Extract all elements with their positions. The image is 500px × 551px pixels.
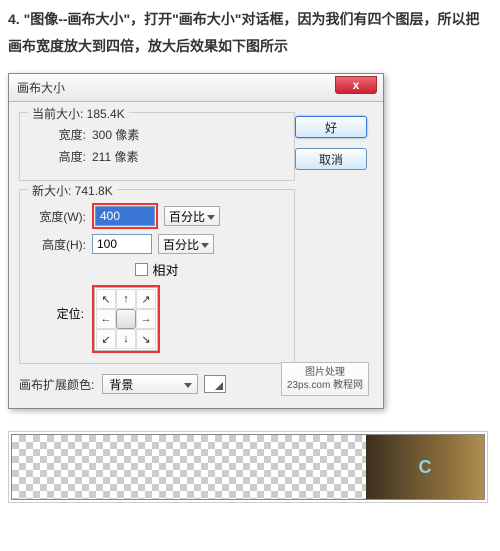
ok-button[interactable]: 好 <box>295 116 367 138</box>
anchor-w[interactable]: ← <box>96 309 116 329</box>
result-preview: C <box>8 431 488 503</box>
watermark-line2: 23ps.com 教程网 <box>287 379 363 392</box>
relative-label: 相对 <box>152 260 178 279</box>
current-width-label: 宽度: <box>30 126 92 143</box>
width-input[interactable]: 400 <box>95 206 155 226</box>
watermark-line1: 图片处理 <box>305 366 345 379</box>
current-size-legend: 当前大小: 185.4K <box>28 105 129 122</box>
current-size-group: 当前大小: 185.4K 宽度: 300 像素 高度: 211 像素 <box>19 112 295 181</box>
cancel-button[interactable]: 取消 <box>295 148 367 170</box>
canvas-size-dialog: 画布大小 x 当前大小: 185.4K 宽度: 300 像素 高度: 211 像… <box>8 73 384 409</box>
anchor-nw[interactable]: ↖ <box>96 289 116 309</box>
titlebar[interactable]: 画布大小 x <box>9 74 383 102</box>
anchor-se[interactable]: ↘ <box>136 329 156 349</box>
dialog-title: 画布大小 <box>17 79 65 96</box>
watermark: 图片处理 23ps.com 教程网 <box>281 362 369 396</box>
new-size-group: 新大小: 741.8K 宽度(W): 400 百分比 高度(H): 100 百分… <box>19 189 295 364</box>
anchor-grid[interactable]: ↖ ↑ ↗ ← → ↙ ↓ ↘ <box>94 287 158 351</box>
width-unit-select[interactable]: 百分比 <box>164 206 220 226</box>
height-input[interactable]: 100 <box>92 234 152 254</box>
extend-color-swatch[interactable] <box>204 375 226 393</box>
instruction-text: 4. "图像--画布大小"，打开"画布大小"对话框，因为我们有四个图层，所以把画… <box>0 0 500 73</box>
anchor-e[interactable]: → <box>136 309 156 329</box>
width-highlight: 400 <box>92 203 158 229</box>
anchor-center[interactable] <box>116 309 136 329</box>
anchor-s[interactable]: ↓ <box>116 329 136 349</box>
relative-checkbox[interactable] <box>135 263 148 276</box>
right-column: 好 取消 <box>295 112 373 394</box>
anchor-highlight: ↖ ↑ ↗ ← → ↙ ↓ ↘ <box>92 285 160 353</box>
transparent-area <box>12 435 366 499</box>
current-height-label: 高度: <box>30 148 92 165</box>
close-button[interactable]: x <box>335 76 377 94</box>
result-canvas: C <box>11 434 485 500</box>
new-height-label: 高度(H): <box>30 236 92 253</box>
new-width-label: 宽度(W): <box>30 208 92 225</box>
current-width-value: 300 像素 <box>92 126 139 143</box>
anchor-sw[interactable]: ↙ <box>96 329 116 349</box>
left-column: 当前大小: 185.4K 宽度: 300 像素 高度: 211 像素 新大小: … <box>19 112 295 394</box>
height-unit-select[interactable]: 百分比 <box>158 234 214 254</box>
anchor-ne[interactable]: ↗ <box>136 289 156 309</box>
new-size-legend: 新大小: 741.8K <box>28 182 117 199</box>
extend-color-label: 画布扩展颜色: <box>19 376 94 393</box>
current-height-value: 211 像素 <box>92 148 138 165</box>
extend-color-select[interactable]: 背景 <box>102 374 198 394</box>
anchor-n[interactable]: ↑ <box>116 289 136 309</box>
anchor-label: 定位: <box>30 285 92 322</box>
image-thumb: C <box>366 435 484 499</box>
